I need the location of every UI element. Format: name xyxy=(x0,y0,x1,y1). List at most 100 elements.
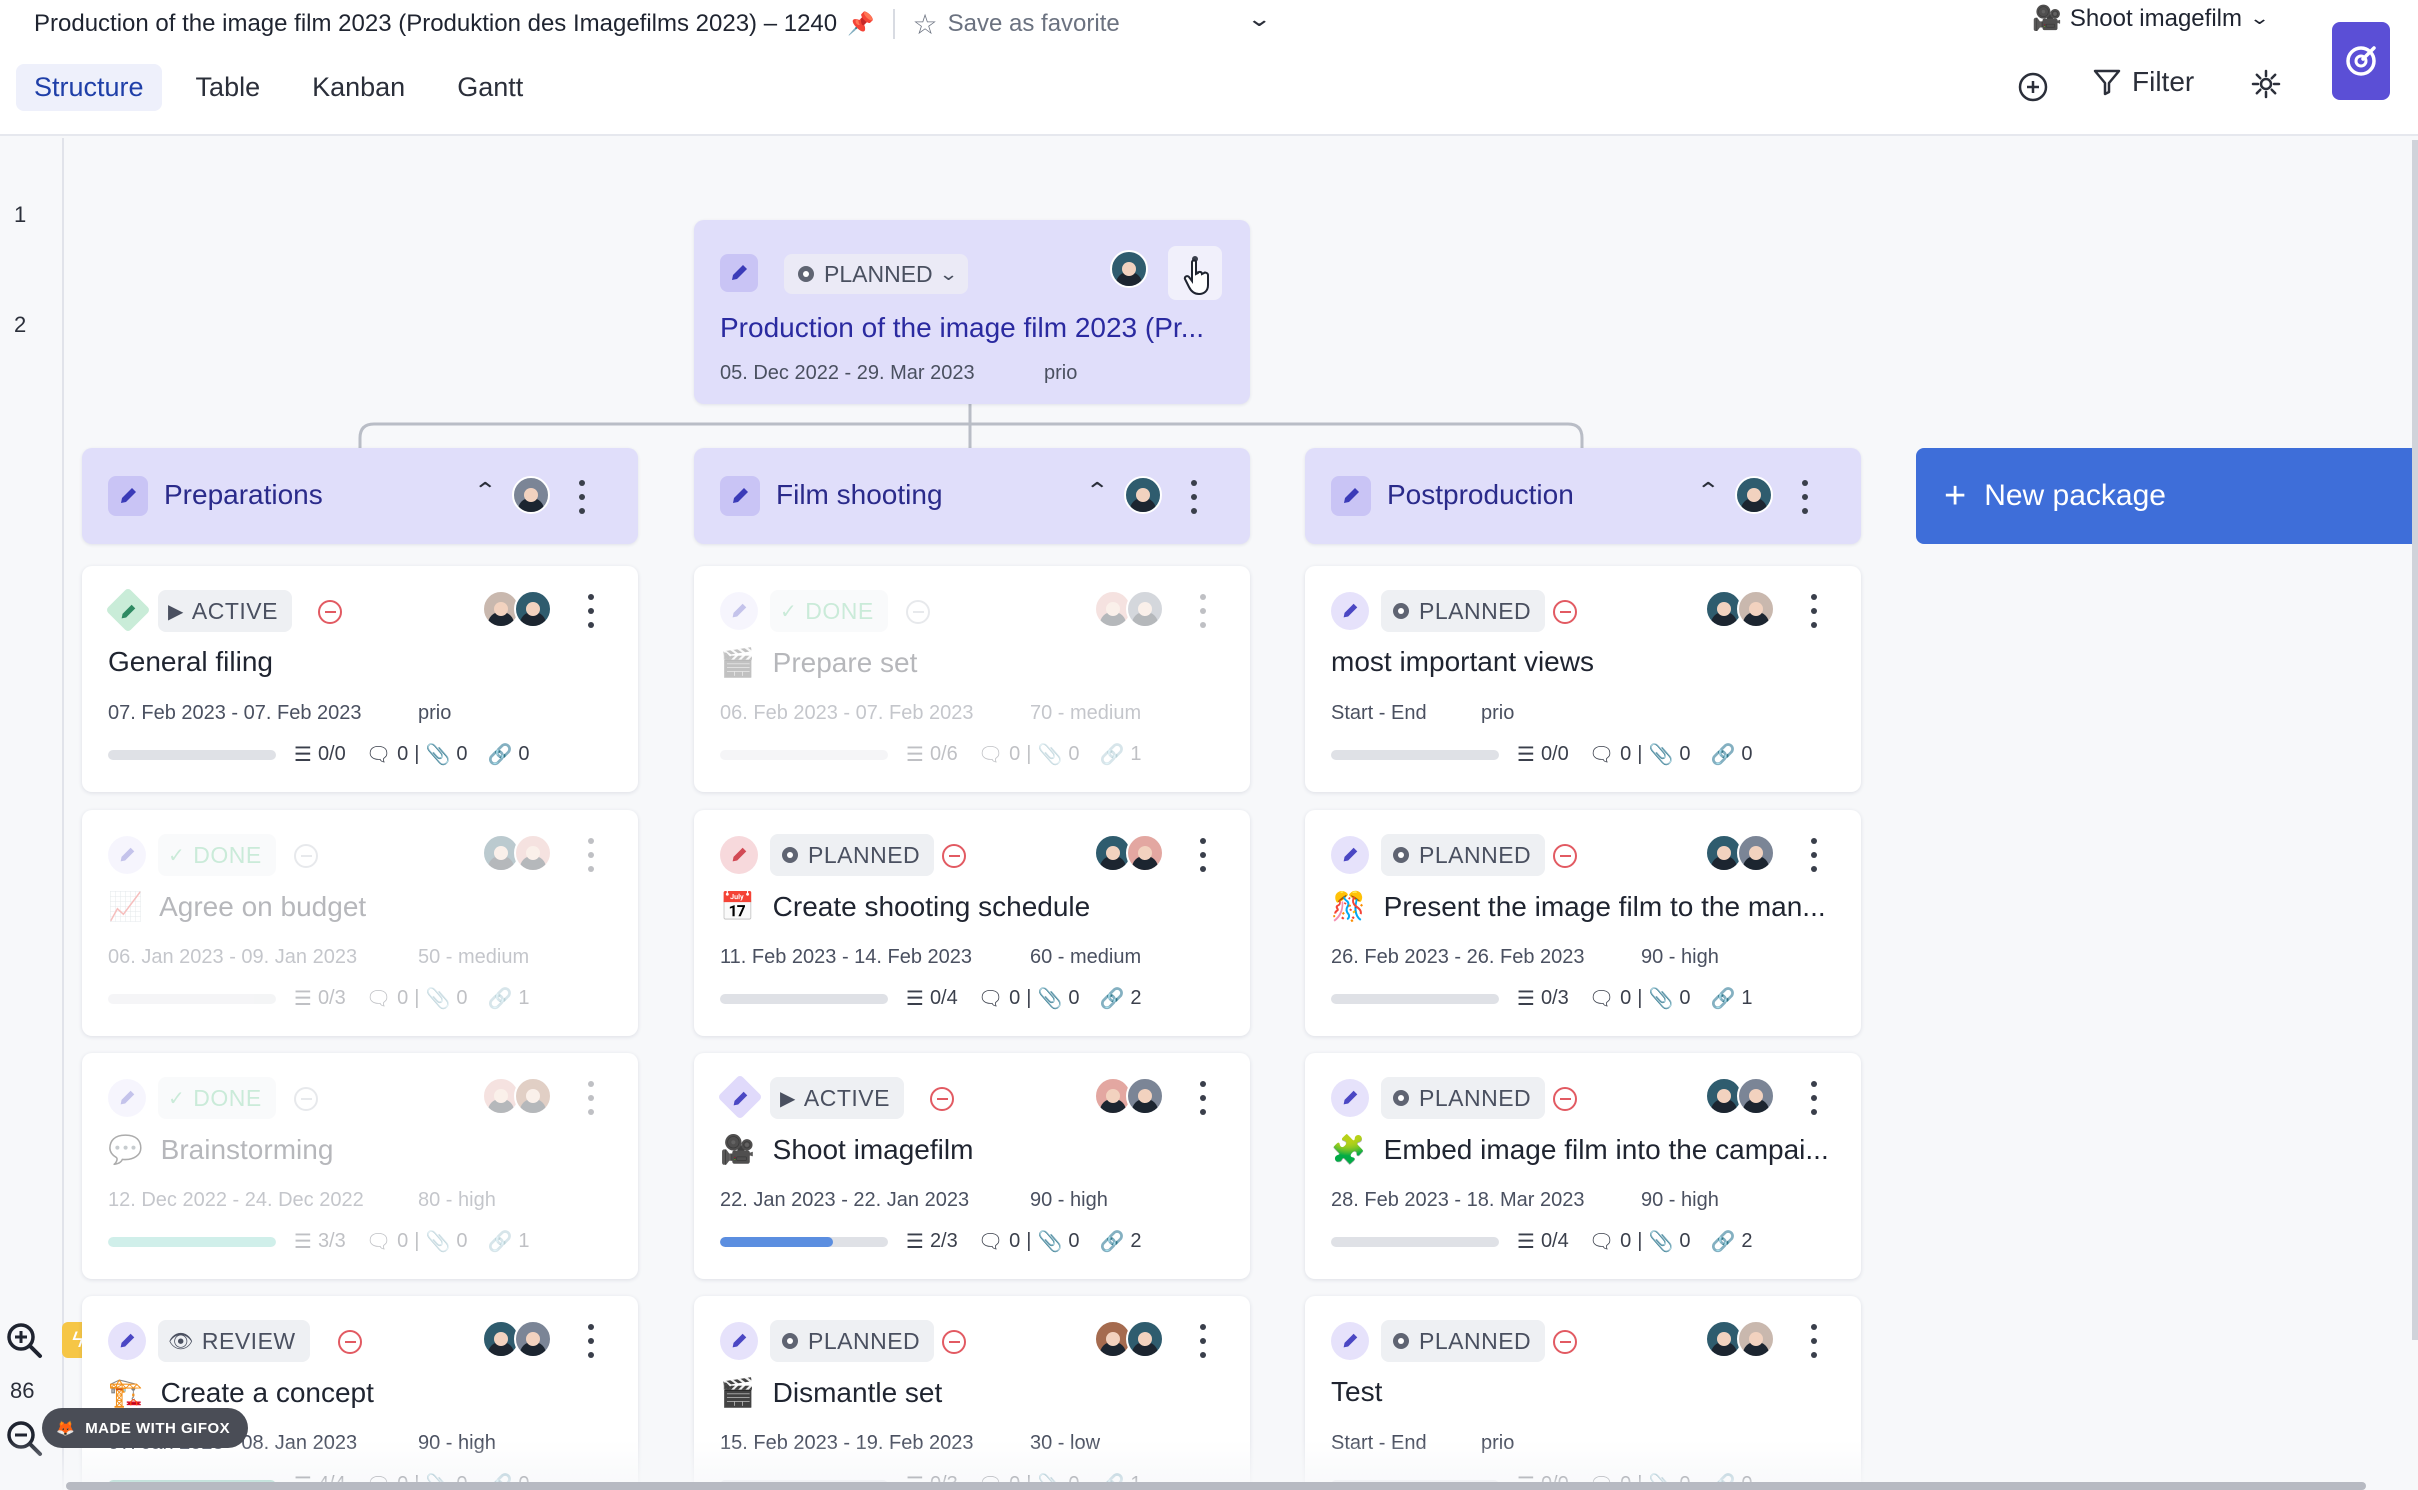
root-work-package[interactable]: PLANNED ⌄ Production of the image film 2… xyxy=(694,220,1250,404)
chevron-up-icon[interactable]: ⌃ xyxy=(1085,478,1109,504)
pencil-icon[interactable] xyxy=(720,836,758,874)
pencil-icon[interactable] xyxy=(112,596,144,628)
assignee-avatars[interactable] xyxy=(1124,476,1162,514)
pencil-icon[interactable] xyxy=(1331,836,1369,874)
comments-count[interactable]: 🗨 0 | xyxy=(1589,1229,1643,1254)
comments-count[interactable]: 🗨 0 | xyxy=(978,742,1032,767)
more-menu-icon[interactable] xyxy=(1197,594,1209,628)
card-title[interactable]: General filing xyxy=(108,646,273,678)
attachments-count[interactable]: 📎 0 xyxy=(1648,1229,1690,1254)
work-package-card[interactable]: ✓ DONE 📈 Agree on budget 06. Jan 2023 - … xyxy=(82,810,638,1036)
attachments-count[interactable]: 📎 0 xyxy=(1037,1229,1079,1254)
pencil-icon[interactable] xyxy=(720,254,758,292)
work-package-card[interactable]: ▶ ACTIVE 🎥 Shoot imagefilm 22. Jan 2023 … xyxy=(694,1053,1250,1279)
status-badge[interactable]: ▶ ACTIVE xyxy=(158,590,292,632)
links-count[interactable]: 🔗 1 xyxy=(488,986,530,1011)
pencil-icon[interactable] xyxy=(108,1079,146,1117)
assignee-avatars[interactable] xyxy=(1094,590,1164,628)
comments-count[interactable]: 🗨 0 | xyxy=(366,986,420,1011)
checklist-count[interactable]: ☰ 0/6 xyxy=(906,742,958,767)
pencil-icon[interactable] xyxy=(1331,1079,1369,1117)
minus-circle-icon[interactable] xyxy=(338,1330,362,1354)
links-count[interactable]: 🔗 1 xyxy=(488,1229,530,1254)
more-menu-icon[interactable] xyxy=(1808,1081,1820,1115)
comments-count[interactable]: 🗨 0 | xyxy=(978,986,1032,1011)
status-badge[interactable]: PLANNED xyxy=(1381,1077,1546,1119)
minus-circle-icon[interactable] xyxy=(318,600,342,624)
card-title[interactable]: 🎥 Shoot imagefilm xyxy=(720,1133,973,1166)
pencil-icon[interactable] xyxy=(108,836,146,874)
work-package-card[interactable]: ✓ DONE 🎬 Prepare set 06. Feb 2023 - 07. … xyxy=(694,566,1250,792)
comments-count[interactable]: 🗨 0 | xyxy=(366,1229,420,1254)
status-dropdown[interactable]: PLANNED ⌄ xyxy=(784,254,968,294)
minus-circle-icon[interactable] xyxy=(930,1087,954,1111)
new-package-button[interactable]: + New package xyxy=(1916,448,2418,544)
status-badge[interactable]: PLANNED xyxy=(1381,590,1546,632)
card-title[interactable]: Test xyxy=(1331,1376,1382,1408)
assignee-avatars[interactable] xyxy=(1094,1077,1164,1115)
status-badge[interactable]: PLANNED xyxy=(1381,1320,1546,1362)
work-package-card[interactable]: PLANNED 🧩 Embed image film into the camp… xyxy=(1305,1053,1861,1279)
checklist-count[interactable]: ☰ 3/3 xyxy=(294,1229,346,1254)
more-menu-icon[interactable] xyxy=(1799,480,1811,514)
chevron-up-icon[interactable]: ⌃ xyxy=(473,478,497,504)
status-badge[interactable]: ✓ DONE xyxy=(158,834,276,876)
card-title[interactable]: 🎬 Dismantle set xyxy=(720,1376,942,1409)
status-badge[interactable]: ▶ ACTIVE xyxy=(770,1077,904,1119)
chevron-up-icon[interactable]: ⌃ xyxy=(1696,478,1720,504)
group-film-shooting[interactable]: Film shooting ⌃ xyxy=(694,448,1250,544)
minus-circle-icon[interactable] xyxy=(1553,600,1577,624)
card-title[interactable]: 🧩 Embed image film into the campai... xyxy=(1331,1133,1829,1166)
more-menu-icon[interactable] xyxy=(1188,480,1200,514)
work-package-card[interactable]: 👁 REVIEW 🏗️ Create a concept 0?. Jan 202… xyxy=(82,1296,638,1490)
status-badge[interactable]: ✓ DONE xyxy=(158,1077,276,1119)
links-count[interactable]: 🔗 0 xyxy=(1711,742,1753,767)
work-package-card[interactable]: PLANNED 📅 Create shooting schedule 11. F… xyxy=(694,810,1250,1036)
more-menu-icon[interactable] xyxy=(1197,838,1209,872)
pencil-icon[interactable] xyxy=(1331,1322,1369,1360)
minus-circle-icon[interactable] xyxy=(294,844,318,868)
root-title[interactable]: Production of the image film 2023 (Pr... xyxy=(720,312,1204,344)
attachments-count[interactable]: 📎 0 xyxy=(1037,742,1079,767)
assignee-avatars[interactable] xyxy=(1735,476,1773,514)
more-menu-button[interactable] xyxy=(1168,246,1222,300)
links-count[interactable]: 🔗 2 xyxy=(1711,1229,1753,1254)
work-package-card[interactable]: PLANNED 🎊 Present the image film to the … xyxy=(1305,810,1861,1036)
assignee-avatars[interactable] xyxy=(1705,834,1775,872)
assignee-avatars[interactable] xyxy=(1705,590,1775,628)
comments-count[interactable]: 🗨 0 | xyxy=(1589,986,1643,1011)
work-package-card[interactable]: PLANNED Test Start - End prio ☰ 0/0 xyxy=(1305,1296,1861,1490)
assignee-avatars[interactable] xyxy=(482,590,552,628)
more-menu-icon[interactable] xyxy=(1197,1081,1209,1115)
more-menu-icon[interactable] xyxy=(1808,594,1820,628)
minus-circle-icon[interactable] xyxy=(942,844,966,868)
checklist-count[interactable]: ☰ 0/0 xyxy=(1517,742,1569,767)
minus-circle-icon[interactable] xyxy=(906,600,930,624)
card-title[interactable]: most important views xyxy=(1331,646,1594,678)
links-count[interactable]: 🔗 2 xyxy=(1100,1229,1142,1254)
card-title[interactable]: 🏗️ Create a concept xyxy=(108,1376,374,1409)
minus-circle-icon[interactable] xyxy=(1553,1087,1577,1111)
minus-circle-icon[interactable] xyxy=(1553,1330,1577,1354)
work-package-card[interactable]: PLANNED most important views Start - End… xyxy=(1305,566,1861,792)
assignee-avatars[interactable] xyxy=(482,1077,552,1115)
pencil-icon[interactable] xyxy=(1331,592,1369,630)
attachments-count[interactable]: 📎 0 xyxy=(425,1229,467,1254)
checklist-count[interactable]: ☰ 2/3 xyxy=(906,1229,958,1254)
comments-count[interactable]: 🗨 0 | xyxy=(978,1229,1032,1254)
more-menu-icon[interactable] xyxy=(585,1324,597,1358)
card-title[interactable]: 🎬 Prepare set xyxy=(720,646,917,679)
minus-circle-icon[interactable] xyxy=(1553,844,1577,868)
more-menu-icon[interactable] xyxy=(585,1081,597,1115)
status-badge[interactable]: PLANNED xyxy=(1381,834,1546,876)
more-menu-icon[interactable] xyxy=(1197,1324,1209,1358)
attachments-count[interactable]: 📎 0 xyxy=(1037,986,1079,1011)
pencil-icon[interactable] xyxy=(108,476,148,516)
pencil-icon[interactable] xyxy=(720,476,760,516)
assignee-avatars[interactable] xyxy=(1110,250,1148,288)
group-postproduction[interactable]: Postproduction ⌃ xyxy=(1305,448,1861,544)
checklist-count[interactable]: ☰ 0/4 xyxy=(1517,1229,1569,1254)
card-title[interactable]: 💬 Brainstorming xyxy=(108,1133,333,1166)
pencil-icon[interactable] xyxy=(720,592,758,630)
minus-circle-icon[interactable] xyxy=(294,1087,318,1111)
